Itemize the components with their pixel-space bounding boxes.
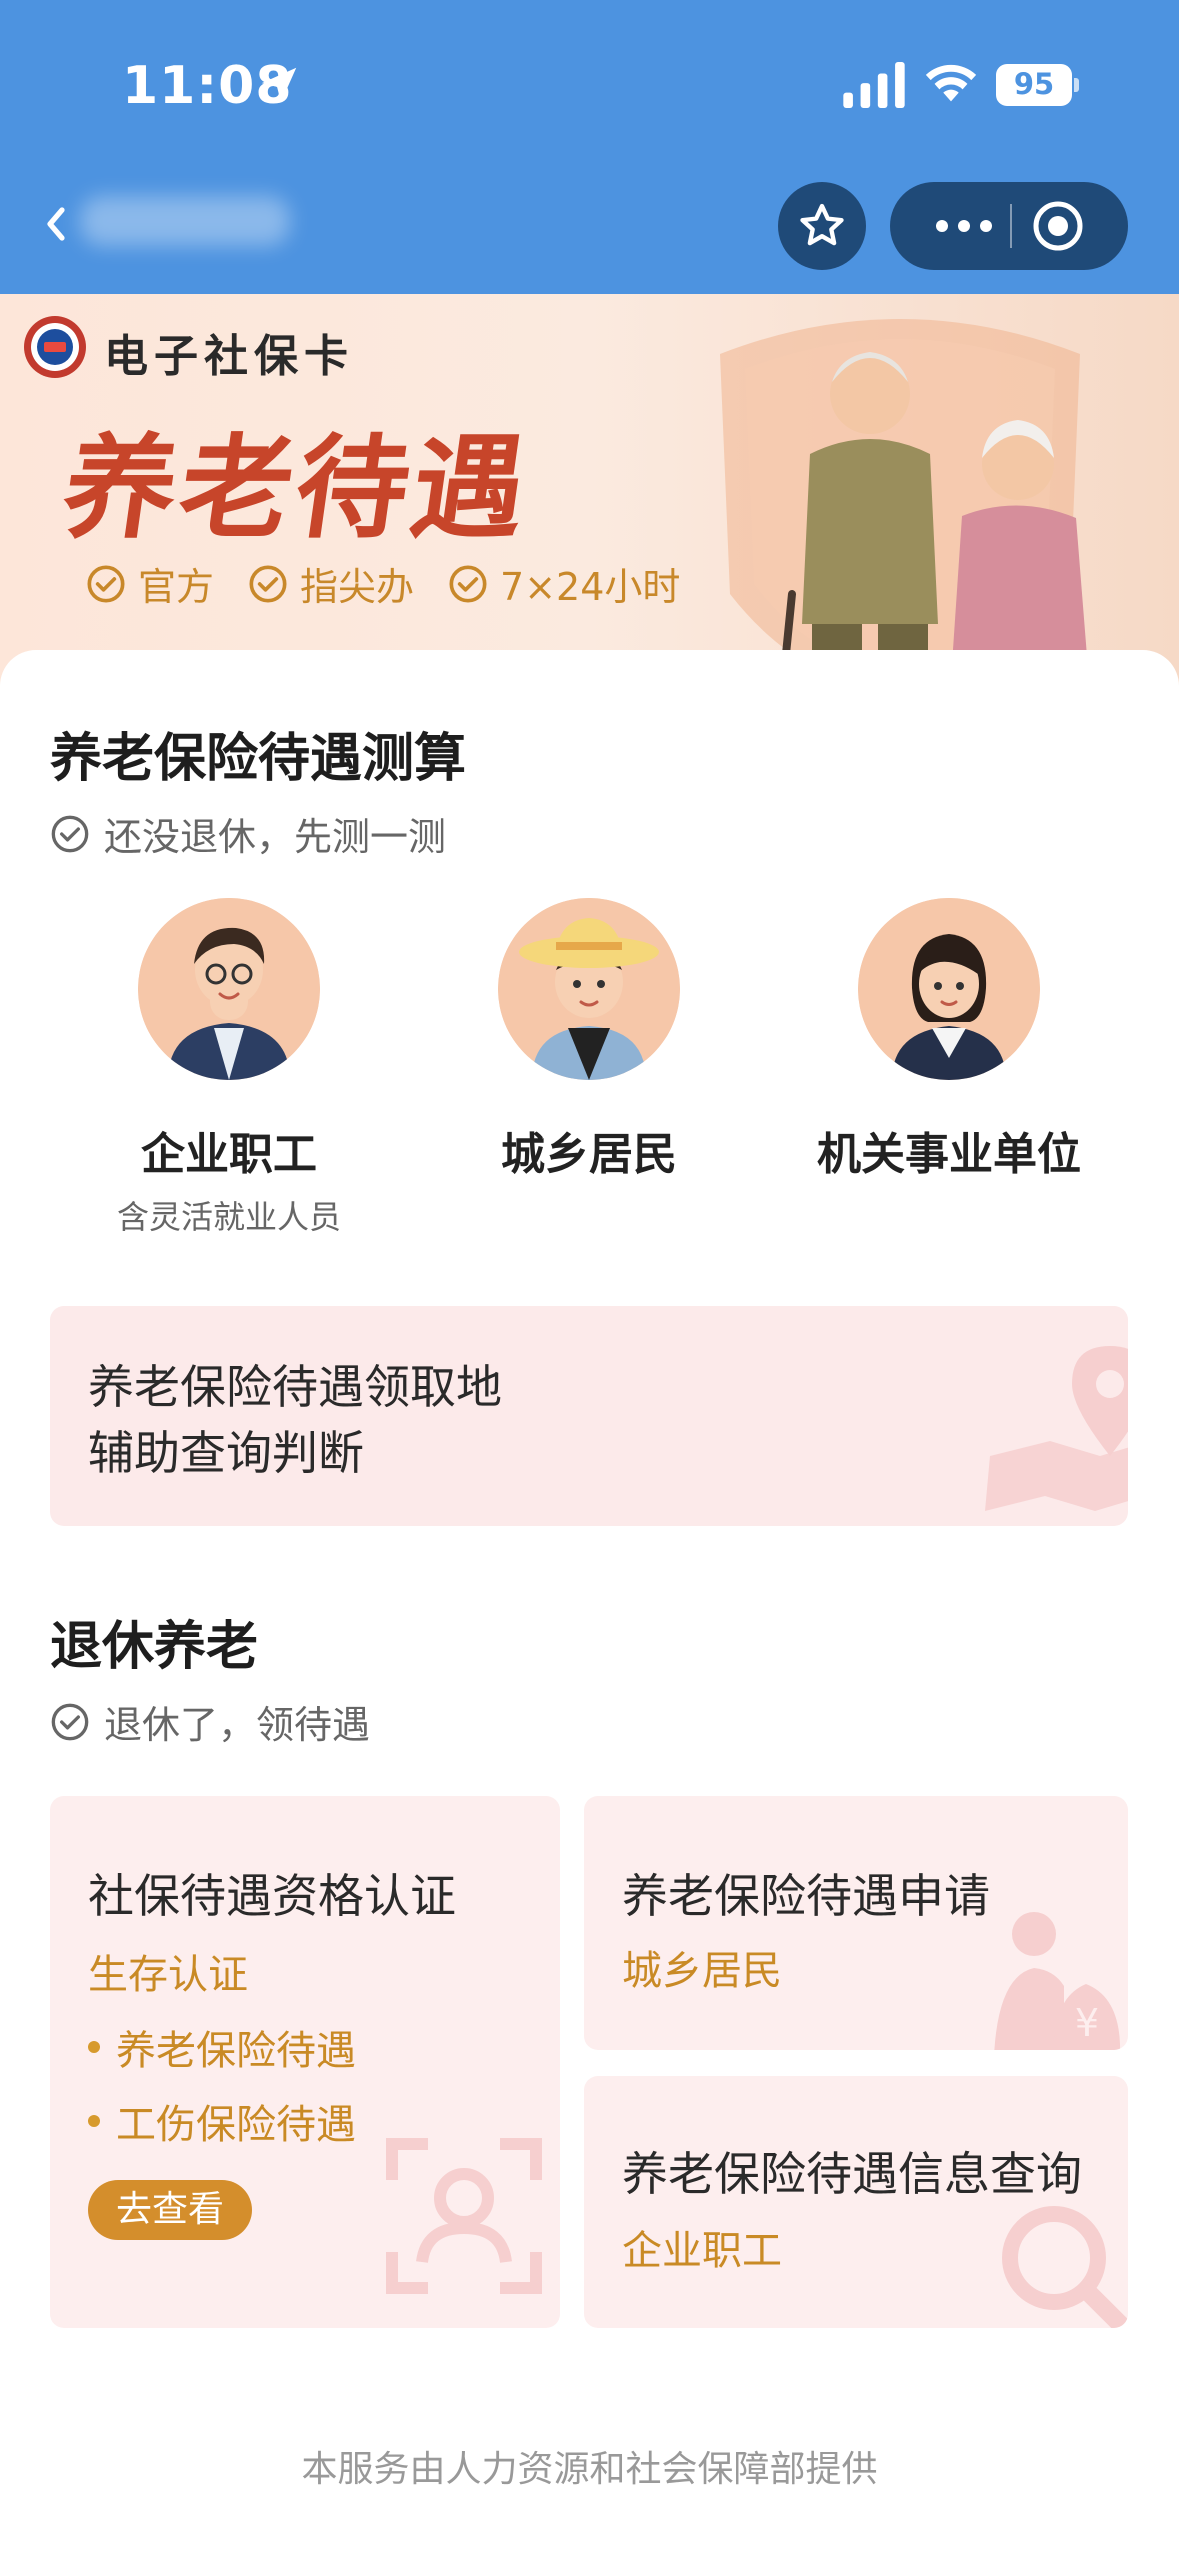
estimate-section-subtitle: 还没退休，先测一测 [50,806,446,861]
person-money-bag-icon: ¥ [994,1912,1121,2050]
social-security-logo-icon [24,316,86,378]
face-scan-icon [386,2138,542,2294]
elderly-couple-illustration [720,319,1090,694]
footer-provider-note: 本服务由人力资源和社会保障部提供 [301,2449,878,2490]
retire-subtitle-text: 退休了，领待遇 [104,1703,371,1747]
location-arrow-icon [261,67,297,103]
straw-hat-resident-avatar-icon [498,898,680,1080]
locate-card-line2: 辅助查询判断 [88,1426,364,1480]
card-subtitle: 企业职工 [622,2228,782,2274]
persona-enterprise-employee[interactable]: 企业职工 含灵活就业人员 [69,898,389,1238]
estimate-subtitle-text: 还没退休，先测一测 [104,815,447,859]
estimate-section-title: 养老保险待遇测算 [50,729,467,789]
map-pin-icon [985,1346,1128,1511]
male-employee-avatar-icon [138,898,320,1080]
card-title: 社保待遇资格认证 [88,1869,456,1923]
persona-name: 机关事业单位 [817,1129,1081,1180]
check-circle-icon [249,565,287,602]
locate-card-line1: 养老保险待遇领取地 [88,1360,502,1414]
card-title: 养老保险待遇申请 [622,1869,990,1923]
persona-public-institution[interactable]: 机关事业单位 [789,898,1109,1192]
more-icon [936,220,992,232]
battery-icon: 95 [996,64,1080,106]
card-subtitle: 城乡居民 [622,1948,782,1994]
benefit-location-query-card[interactable]: 养老保险待遇领取地 辅助查询判断 [50,1306,1128,1526]
persona-name: 城乡居民 [501,1129,677,1180]
card-title: 养老保险待遇信息查询 [622,2147,1082,2201]
star-icon [800,203,844,246]
back-chevron-icon[interactable] [46,206,66,242]
banner-tag-label: 指尖办 [300,565,415,609]
wifi-icon [925,64,977,102]
view-button[interactable]: 去查看 [88,2180,253,2240]
check-circle-icon [449,565,487,602]
capsule-divider [1010,204,1012,248]
card-bullet: 工伤保险待遇 [88,2092,356,2150]
persona-note: 含灵活就业人员 [116,1198,341,1236]
banner-title: 养老待遇 [55,424,538,554]
check-circle-icon [51,815,89,852]
bullet-text: 养老保险待遇 [116,2028,356,2074]
banner-brand: 电子社保卡 [104,331,354,382]
close-circle-icon[interactable] [1032,200,1084,252]
banner-tag-label: 7×24小时 [500,565,681,609]
banner-tag-label: 官方 [138,565,215,609]
banner-tag: 官方 [86,556,214,611]
bullet-text: 工伤保险待遇 [116,2102,356,2148]
banner-tags: 官方 指尖办 7×24小时 [86,556,714,611]
top-bar: 11:08 95 [0,0,1179,294]
search-magnifier-icon [1002,2206,1128,2328]
female-official-avatar-icon [858,898,1040,1080]
locate-card-text: 养老保险待遇领取地 辅助查询判断 [88,1354,502,1486]
check-circle-icon [51,1703,89,1740]
banner-tag: 7×24小时 [448,556,680,611]
more-button[interactable] [920,204,1008,248]
mini-program-capsule [890,182,1128,270]
nav-title-blurred [80,196,290,246]
benefit-eligibility-certification-card[interactable]: 社保待遇资格认证 生存认证 养老保险待遇 工伤保险待遇 去查看 [50,1796,560,2328]
card-bullet: 养老保险待遇 [88,2018,356,2076]
persona-name: 企业职工 [141,1129,317,1180]
pension-benefit-info-query-card[interactable]: 养老保险待遇信息查询 企业职工 [584,2076,1128,2328]
battery-nub [1074,78,1079,92]
card-subtitle: 生存认证 [88,1952,248,1998]
signal-icon [843,62,905,108]
persona-urban-rural-resident[interactable]: 城乡居民 [429,898,749,1192]
battery-percent: 95 [1013,67,1055,101]
bullet-dot [88,2041,100,2053]
retire-section-title: 退休养老 [50,1617,259,1677]
retire-section-subtitle: 退休了，领待遇 [50,1694,370,1749]
svg-text:¥: ¥ [1075,2001,1099,2045]
banner-tag: 指尖办 [248,556,414,611]
banner: 电子社保卡 养老待遇 官方 指尖办 7×24小时 [0,294,1179,694]
check-circle-icon [87,565,125,602]
bullet-dot [88,2115,100,2127]
pension-benefit-application-card[interactable]: 养老保险待遇申请 城乡居民 ¥ [584,1796,1128,2050]
favorite-button[interactable] [778,182,866,270]
